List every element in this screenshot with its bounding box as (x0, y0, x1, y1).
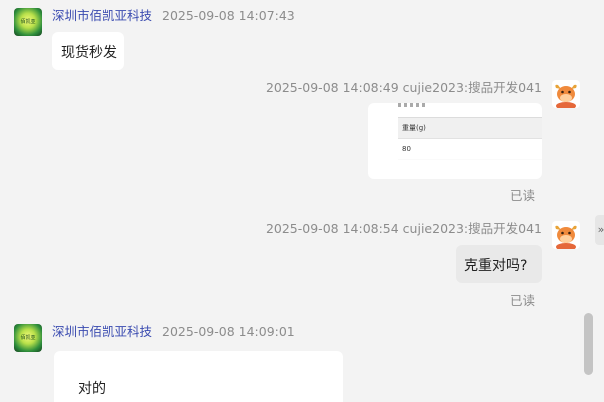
read-status: 已读 (510, 188, 536, 203)
shop-logo-text: 佰凯亚 (20, 335, 36, 341)
avatar[interactable]: 佰凯亚 (14, 324, 42, 352)
avatar[interactable]: 佰凯亚 (14, 8, 42, 36)
message-header: 2025-09-08 14:08:54 cujie2023:搜品开发041 (265, 221, 542, 236)
message-header: 2025-09-08 14:08:49 cujie2023:搜品开发041 (265, 80, 542, 95)
cropped-text-fragment (398, 103, 428, 107)
message-bubble[interactable]: 现货秒发 (52, 32, 124, 70)
sender-name[interactable]: 深圳市佰凯亚科技 (52, 324, 152, 339)
message-text: 现货秒发 (61, 45, 117, 61)
shop-logo-text: 佰凯亚 (20, 19, 36, 25)
message-bubble[interactable]: 克重对吗? (456, 245, 542, 283)
message-header: 深圳市佰凯亚科技 2025-09-08 14:07:43 (52, 8, 295, 24)
message-timestamp: 2025-09-08 14:07:43 (162, 8, 295, 23)
scrollbar-thumb[interactable] (584, 313, 593, 375)
cow-avatar-icon (555, 225, 577, 249)
read-status: 已读 (510, 293, 536, 308)
expand-panel-button[interactable]: » (595, 215, 604, 245)
message-bubble[interactable]: 对的 (54, 351, 343, 402)
message-timestamp: 2025-09-08 14:09:01 (162, 324, 295, 339)
message-header: 深圳市佰凯亚科技 2025-09-08 14:09:01 (52, 324, 295, 340)
chat-viewport: 佰凯亚 深圳市佰凯亚科技 2025-09-08 14:07:43 现货秒发 20… (0, 0, 604, 402)
spec-value: 80 (398, 139, 542, 159)
product-spec-bubble[interactable]: 重量(g) 80 (368, 103, 542, 179)
avatar[interactable] (552, 80, 580, 108)
cow-avatar-icon (555, 84, 577, 108)
spec-card: 重量(g) 80 (398, 117, 542, 160)
sender-name[interactable]: 深圳市佰凯亚科技 (52, 8, 152, 23)
message-text: 克重对吗? (464, 258, 528, 274)
spec-header: 重量(g) (398, 118, 542, 139)
avatar[interactable] (552, 221, 580, 249)
message-text: 对的 (78, 381, 106, 397)
double-chevron-right-icon: » (597, 223, 604, 236)
